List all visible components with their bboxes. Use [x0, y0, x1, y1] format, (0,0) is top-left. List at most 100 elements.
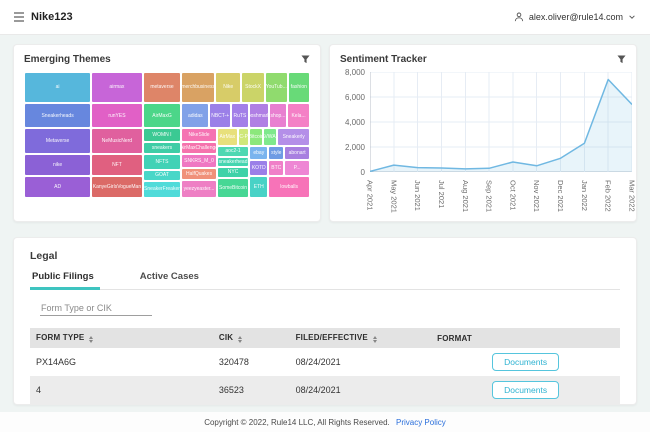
treemap-tile[interactable]: runYES: [91, 103, 142, 128]
treemap-tile[interactable]: adidas: [181, 103, 209, 128]
x-axis-tick: Feb 2022: [604, 180, 613, 212]
filter-icon[interactable]: [617, 55, 626, 65]
treemap-tile[interactable]: sneakerhead: [217, 157, 250, 167]
column-header-format: FORMAT: [431, 328, 620, 348]
form-type-cik-input[interactable]: [40, 301, 152, 316]
treemap-tile[interactable]: StockX: [241, 72, 264, 103]
treemap-tile[interactable]: AD: [24, 176, 91, 198]
copyright-text: Copyright © 2022, Rule14 LLC, All Rights…: [204, 418, 390, 427]
app-title: Nike123: [31, 11, 73, 23]
treemap-tile[interactable]: NeMusicNerd: [91, 128, 142, 154]
cell-format: Documents: [431, 404, 620, 405]
treemap-tile[interactable]: AirMaxChallenge: [181, 142, 216, 154]
treemap-tile[interactable]: RuTS: [231, 103, 249, 128]
sentiment-chart: 02,0004,0006,0008,000: [340, 72, 626, 177]
x-axis-tick: Jan 2022: [580, 180, 589, 211]
treemap-tile[interactable]: C-P: [238, 128, 249, 145]
treemap-tile[interactable]: BTC: [268, 160, 284, 175]
treemap-tile[interactable]: AirMaxG: [143, 103, 182, 128]
treemap-tile[interactable]: Sneakerly: [277, 128, 310, 145]
user-email: alex.oliver@rule14.com: [529, 12, 623, 22]
treemap-tile[interactable]: HalfQuakes: [181, 168, 216, 180]
user-menu[interactable]: alex.oliver@rule14.com: [514, 12, 636, 22]
tab-active-cases[interactable]: Active Cases: [138, 271, 205, 289]
column-header-cik[interactable]: CIK: [213, 328, 290, 348]
treemap-tile[interactable]: Bitcoin: [249, 128, 263, 145]
treemap-tile[interactable]: WOMN I: [143, 128, 182, 142]
menu-icon[interactable]: [14, 12, 24, 22]
treemap-tile[interactable]: Metaverse: [24, 128, 91, 154]
treemap-tile[interactable]: fashion: [288, 72, 310, 103]
x-axis-tick: Nov 2021: [532, 180, 541, 212]
treemap-tile[interactable]: nike: [24, 154, 91, 176]
treemap-tile[interactable]: ai: [24, 72, 91, 103]
filing-row: 436521408/24/2021Documents: [30, 404, 620, 405]
privacy-policy-link[interactable]: Privacy Policy: [396, 418, 446, 427]
treemap-tile[interactable]: shop...: [269, 103, 287, 128]
x-axis-tick: Mar 2022: [628, 180, 637, 212]
treemap-tile[interactable]: Kela...: [287, 103, 310, 128]
x-axis-tick: Aug 2021: [461, 180, 470, 212]
cell-cik: 365214: [213, 404, 290, 405]
treemap-tile[interactable]: KanyeGirlsVogueMan: [91, 176, 142, 198]
themes-treemap: aiSneakerheadsMetaversenikeAD airmaxrunYE…: [24, 72, 310, 198]
sort-icon[interactable]: [238, 336, 242, 343]
app-header: Nike123 alex.oliver@rule14.com: [0, 0, 650, 35]
column-header-filed-effective[interactable]: FILED/EFFECTIVE: [290, 328, 432, 348]
treemap-tile[interactable]: sneakers: [143, 142, 182, 154]
treemap-tile[interactable]: SomeBitcoin: [217, 178, 250, 198]
documents-button[interactable]: Documents: [492, 353, 559, 371]
treemap-tile[interactable]: NFTS: [143, 154, 182, 169]
cell-cik: 36523: [213, 376, 290, 404]
treemap-tile[interactable]: GOAT: [143, 170, 182, 181]
treemap-tile[interactable]: AVWAS: [263, 128, 277, 145]
filing-row: PX14A6G32047808/24/2021Documents: [30, 348, 620, 376]
sort-icon[interactable]: [373, 336, 377, 343]
y-axis-tick: 8,000: [345, 68, 365, 77]
treemap-tile[interactable]: yeezyeaster...: [181, 180, 216, 198]
x-axis-tick: Dec 2021: [556, 180, 565, 212]
documents-button[interactable]: Documents: [492, 381, 559, 399]
tab-public-filings[interactable]: Public Filings: [30, 271, 100, 289]
treemap-tile[interactable]: ebay: [249, 146, 268, 160]
x-axis-tick: Oct 2021: [508, 180, 517, 210]
treemap-tile[interactable]: Sneakerheads: [24, 103, 91, 128]
treemap-tile[interactable]: lowballs: [268, 176, 310, 198]
sort-icon[interactable]: [89, 336, 93, 343]
x-axis-tick: Sep 2021: [485, 180, 494, 212]
chart-x-axis: Apr 2021May 2021Jun 2021Jul 2021Aug 2021…: [370, 177, 626, 219]
y-axis-tick: 4,000: [345, 118, 365, 127]
treemap-tile[interactable]: NYC: [217, 167, 250, 178]
main-content: Emerging Themes aiSneakerheadsMetaversen…: [0, 35, 650, 405]
treemap-tile[interactable]: metaverse: [143, 72, 182, 103]
treemap-tile[interactable]: Nike: [215, 72, 241, 103]
emerging-themes-card: Emerging Themes aiSneakerheadsMetaversen…: [13, 44, 321, 222]
cell-filed-effective: 08/24/2021: [290, 376, 432, 404]
treemap-tile[interactable]: style: [268, 146, 284, 160]
treemap-tile[interactable]: aoc2-1: [217, 146, 250, 157]
treemap-tile[interactable]: NikeSlide: [181, 128, 216, 141]
column-header-form-type[interactable]: FORM TYPE: [30, 328, 213, 348]
cell-format: Documents: [431, 348, 620, 376]
x-axis-tick: Jun 2021: [413, 180, 422, 211]
treemap-tile[interactable]: KOTD: [249, 160, 268, 175]
treemap-tile[interactable]: airmax: [91, 72, 142, 103]
chevron-down-icon: [628, 13, 636, 21]
treemap-tile[interactable]: SNKRS_M_0: [181, 154, 216, 168]
treemap-tile[interactable]: merchbusiness: [181, 72, 215, 103]
treemap-tile[interactable]: poshmark: [249, 103, 269, 128]
cell-form-type: 4: [30, 404, 213, 405]
treemap-tile[interactable]: NFT: [91, 154, 142, 176]
treemap-tile[interactable]: YouTub...: [265, 72, 288, 103]
chart-y-axis: 02,0004,0006,0008,000: [340, 72, 370, 172]
treemap-tile[interactable]: SneakerFreaker: [143, 181, 182, 198]
treemap-tile[interactable]: abonart: [284, 146, 310, 160]
y-axis-tick: 2,000: [345, 143, 365, 152]
legal-tabs: Public Filings Active Cases: [30, 271, 620, 290]
filter-icon[interactable]: [301, 55, 310, 65]
treemap-tile[interactable]: AirMax: [217, 128, 238, 145]
sentiment-line-plot: [370, 72, 632, 172]
treemap-tile[interactable]: P...: [284, 160, 310, 175]
treemap-tile[interactable]: NBCT-+: [209, 103, 231, 128]
treemap-tile[interactable]: ETH: [249, 176, 268, 198]
